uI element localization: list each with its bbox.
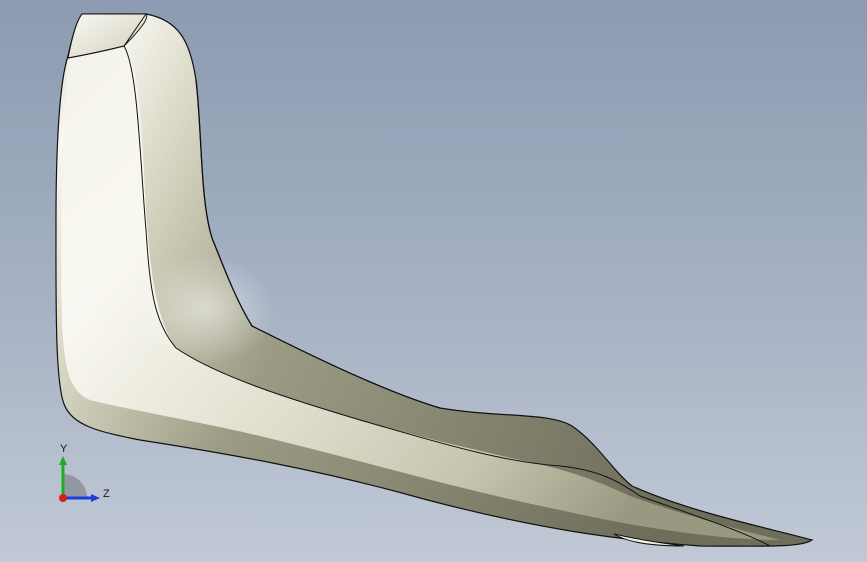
x-axis-dot	[59, 494, 67, 502]
y-axis-arrow	[59, 456, 67, 465]
triad-arc	[63, 474, 87, 498]
y-axis-label: Y	[60, 443, 68, 455]
coordinate-triad: Y Z	[59, 443, 110, 502]
3d-viewport[interactable]: Y Z	[0, 0, 867, 562]
specular-highlight	[136, 255, 276, 365]
model-canvas[interactable]	[0, 0, 867, 562]
z-axis-arrow	[91, 494, 100, 502]
z-axis-label: Z	[103, 488, 110, 500]
